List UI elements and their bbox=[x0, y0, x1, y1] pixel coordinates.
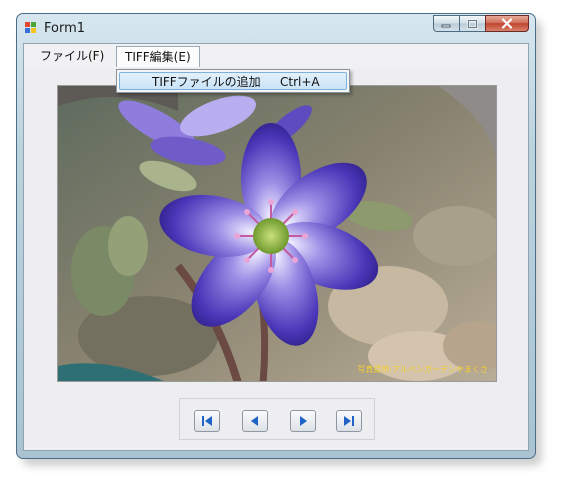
last-page-icon bbox=[344, 416, 354, 426]
previous-page-button[interactable] bbox=[242, 410, 268, 432]
flower-photo bbox=[58, 86, 496, 381]
maximize-button[interactable] bbox=[459, 15, 486, 32]
navigation-panel bbox=[179, 398, 375, 440]
next-page-button[interactable] bbox=[290, 410, 316, 432]
menu-tiff-edit[interactable]: TIFF編集(E) bbox=[116, 46, 200, 67]
window-title: Form1 bbox=[44, 21, 86, 36]
form-window: Form1 ファイル(F) TIFF編集(E) 写真提供:アルペンガーデンやまく… bbox=[16, 13, 536, 459]
photo-credit: 写真提供:アルペンガーデンやまくさ bbox=[357, 365, 488, 374]
first-page-button[interactable] bbox=[194, 410, 220, 432]
menu-item-shortcut: Ctrl+A bbox=[280, 75, 320, 89]
title-bar[interactable]: Form1 bbox=[17, 14, 535, 44]
menu-file[interactable]: ファイル(F) bbox=[35, 47, 109, 66]
maximize-icon bbox=[467, 19, 478, 28]
minimize-button[interactable] bbox=[433, 15, 460, 32]
menu-item-add-tiff[interactable]: TIFFファイルの追加 Ctrl+A bbox=[119, 72, 347, 90]
menu-bar: ファイル(F) TIFF編集(E) bbox=[24, 44, 528, 68]
minimize-icon bbox=[441, 24, 451, 28]
tiff-edit-dropdown: TIFFファイルの追加 Ctrl+A bbox=[116, 69, 350, 93]
first-page-icon bbox=[202, 416, 212, 426]
next-page-icon bbox=[300, 416, 307, 426]
close-button[interactable] bbox=[485, 15, 529, 32]
caption-buttons bbox=[433, 15, 529, 32]
form-client-area: ファイル(F) TIFF編集(E) 写真提供:アルペンガーデンやまくさ TIFF… bbox=[23, 43, 529, 451]
last-page-button[interactable] bbox=[336, 410, 362, 432]
tiff-picture-box: 写真提供:アルペンガーデンやまくさ bbox=[57, 85, 497, 382]
close-icon bbox=[501, 18, 513, 29]
previous-page-icon bbox=[251, 416, 258, 426]
menu-item-label: TIFFファイルの追加 bbox=[152, 75, 261, 89]
windows-form-icon bbox=[25, 22, 36, 33]
